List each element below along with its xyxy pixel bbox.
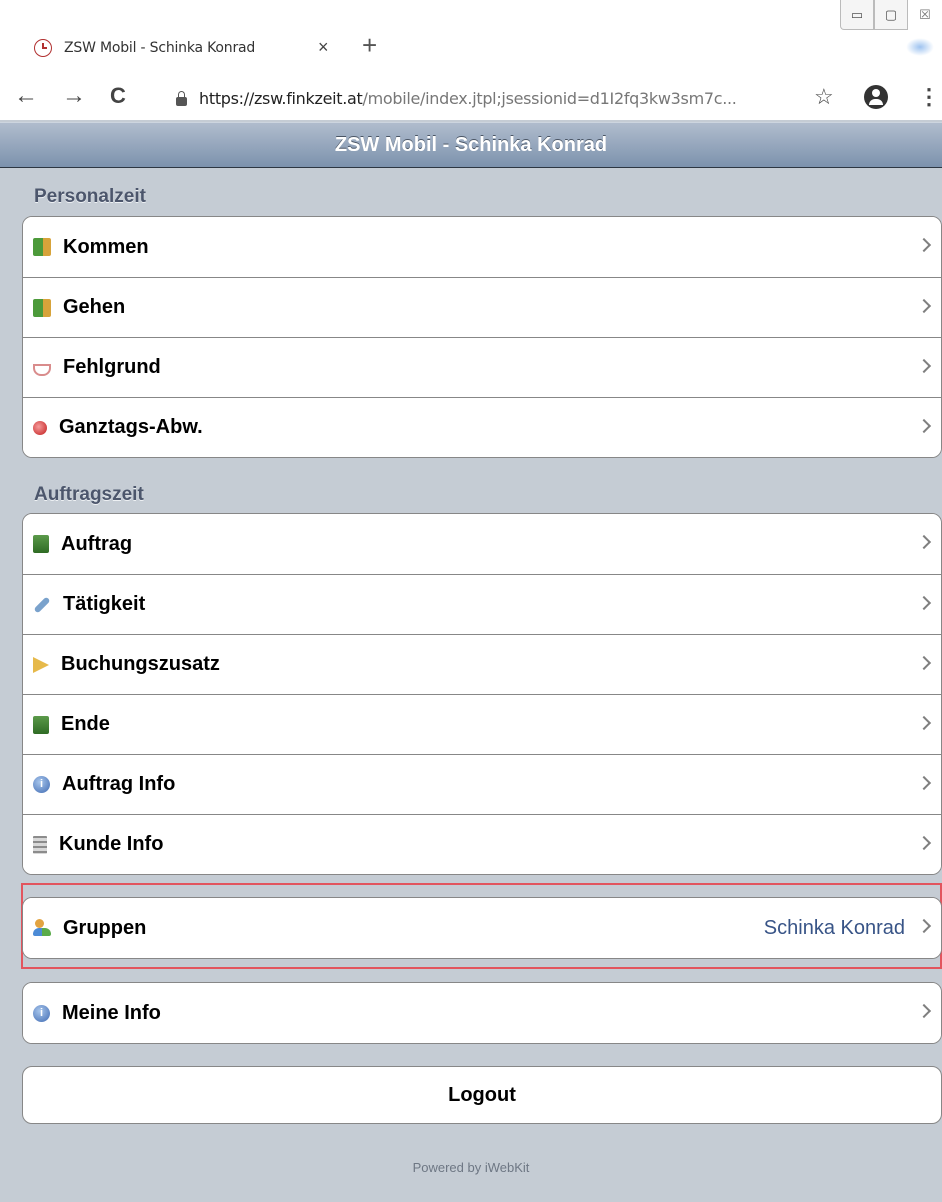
group-icon (33, 919, 51, 937)
cup-icon (33, 363, 51, 376)
menu-item-buchungszusatz[interactable]: Buchungszusatz (23, 634, 941, 694)
chevron-right-icon (919, 655, 929, 669)
page-title: ZSW Mobil - Schinka Konrad (334, 133, 608, 156)
reload-icon[interactable]: C (110, 84, 126, 108)
pill-icon (33, 420, 47, 435)
account-icon[interactable] (864, 85, 888, 109)
menu-item-taetigkeit[interactable]: Tätigkeit (23, 574, 941, 634)
menu-item-label: Auftrag (61, 532, 133, 555)
chevron-right-icon (919, 715, 929, 729)
chevron-right-icon (919, 418, 929, 432)
browser-tab[interactable]: ZSW Mobil - Schinka Konrad × (22, 26, 352, 70)
bookmark-star-icon[interactable]: ☆ (814, 84, 834, 110)
chevron-right-icon (919, 835, 929, 849)
section-label-auftragszeit: Auftragszeit (34, 484, 144, 505)
chevron-right-icon (919, 534, 929, 548)
personalzeit-group: Kommen Gehen Fehlgrund Ganztags-Abw. (22, 216, 942, 458)
menu-item-label: Meine Info (62, 1001, 161, 1024)
menu-item-label: Fehlgrund (63, 356, 161, 378)
maximize-button[interactable]: ▢ (874, 0, 908, 30)
browser-menu-icon[interactable]: ⋮ (918, 84, 940, 110)
building-icon (33, 835, 47, 854)
app-header: ZSW Mobil - Schinka Konrad (0, 122, 942, 168)
forward-arrow-icon[interactable]: → (62, 84, 86, 108)
profile-indicator-icon (906, 38, 934, 56)
menu-item-label: Tätigkeit (63, 593, 146, 615)
url-bar[interactable]: https://zsw.finkzeit.at/mobile/index.jtp… (160, 80, 800, 116)
url-text[interactable]: https://zsw.finkzeit.at/mobile/index.jtp… (199, 89, 737, 108)
footer-powered-by: Powered by iWebKit (412, 1160, 530, 1175)
address-toolbar: ← → C https://zsw.finkzeit.at/mobile/ind… (0, 76, 942, 120)
tab-close-icon[interactable]: × (318, 36, 329, 58)
tab-title: ZSW Mobil - Schinka Konrad (64, 40, 256, 56)
gruppen-value: Schinka Konrad (763, 916, 905, 939)
menu-item-kunde-info[interactable]: Kunde Info (23, 814, 941, 874)
menu-item-label: Gehen (63, 296, 126, 318)
signpost-icon (33, 535, 49, 553)
info-icon: i (33, 776, 50, 793)
menu-item-label: Buchungszusatz (61, 653, 220, 675)
menu-item-auftrag-info[interactable]: i Auftrag Info (23, 754, 941, 814)
logout-button[interactable]: Logout (22, 1066, 942, 1124)
clock-favicon-icon (34, 39, 52, 57)
menu-item-kommen[interactable]: Kommen (23, 217, 941, 277)
menu-item-gruppen[interactable]: Gruppen Schinka Konrad (23, 898, 941, 958)
minimize-button[interactable]: ▭ (840, 0, 874, 30)
door-in-icon (33, 238, 51, 256)
meine-info-group: i Meine Info (22, 982, 942, 1044)
info-icon: i (33, 1004, 50, 1022)
tag-icon (33, 656, 49, 673)
back-arrow-icon[interactable]: ← (14, 84, 38, 108)
lock-icon[interactable] (176, 90, 187, 106)
menu-item-meine-info[interactable]: i Meine Info (23, 983, 941, 1043)
wrench-icon (33, 596, 51, 613)
menu-item-label: Ende (61, 713, 110, 735)
url-host: https://zsw.finkzeit.at (199, 88, 363, 108)
new-tab-button[interactable]: + (362, 32, 377, 58)
signpost-icon (33, 715, 49, 734)
section-label-personalzeit: Personalzeit (34, 186, 146, 207)
window-controls: ▭ ▢ ☒ (840, 0, 942, 34)
menu-item-ganztags-abw[interactable]: Ganztags-Abw. (23, 397, 941, 457)
menu-item-label: Ganztags-Abw. (59, 416, 203, 438)
chevron-right-icon (919, 298, 929, 312)
menu-item-auftrag[interactable]: Auftrag (23, 514, 941, 574)
browser-tab-strip: ZSW Mobil - Schinka Konrad × + ▭ ▢ ☒ (0, 0, 942, 76)
menu-item-fehlgrund[interactable]: Fehlgrund (23, 337, 941, 397)
chevron-right-icon (919, 775, 929, 789)
chevron-right-icon (919, 595, 929, 609)
chevron-right-icon (919, 358, 929, 372)
menu-item-label: Kommen (63, 235, 149, 258)
auftragszeit-group: Auftrag Tätigkeit Buchungszusatz Ende i … (22, 513, 942, 875)
door-out-icon (33, 298, 51, 317)
url-path: /mobile/index.jtpl;jsessionid=d1I2fq3kw3… (362, 88, 737, 108)
chevron-right-icon (919, 237, 929, 251)
logout-label: Logout (448, 1083, 516, 1106)
menu-item-ende[interactable]: Ende (23, 694, 941, 754)
chevron-right-icon (919, 918, 929, 932)
gruppen-group: Gruppen Schinka Konrad (22, 897, 942, 959)
menu-item-label: Gruppen (63, 916, 147, 939)
window-close-button[interactable]: ☒ (908, 0, 942, 30)
menu-item-label: Auftrag Info (62, 773, 176, 795)
menu-item-label: Kunde Info (59, 833, 164, 855)
menu-item-gehen[interactable]: Gehen (23, 277, 941, 337)
chevron-right-icon (919, 1003, 929, 1017)
